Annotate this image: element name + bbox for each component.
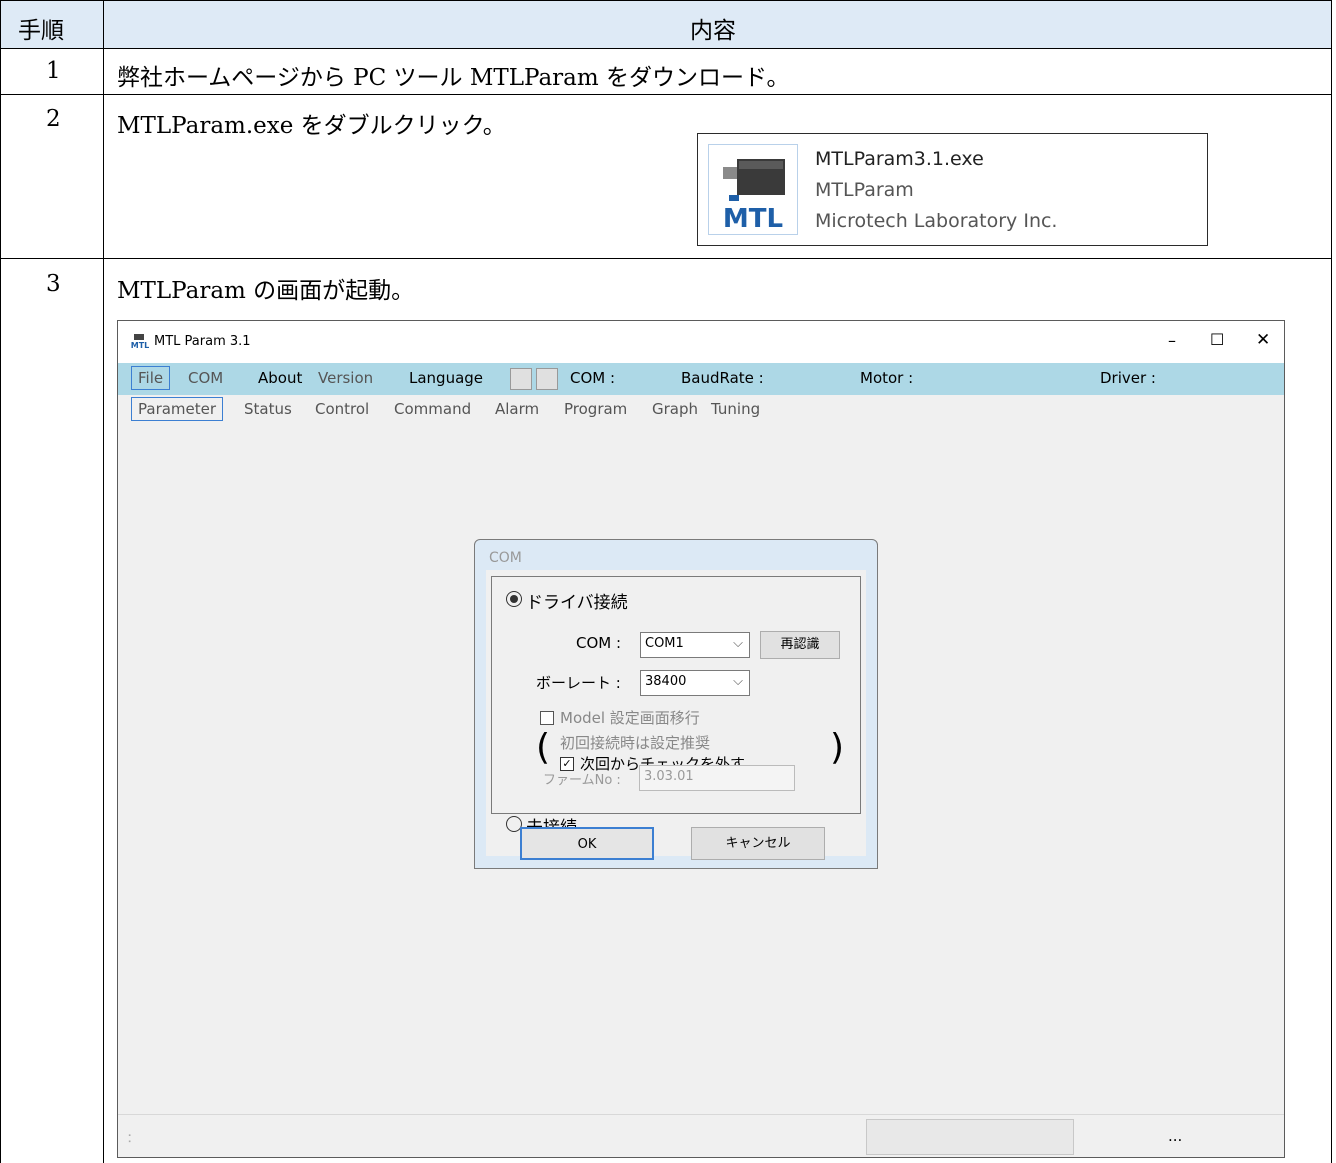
dialog-title: COM [489,550,522,566]
status-bar: ⠨ ... [118,1114,1284,1157]
status-ellipsis: ... [1168,1127,1183,1145]
driver-connect-label: ドライバ接続 [526,593,628,613]
baudrate-status: BaudRate : [681,369,764,387]
table-divider-row [0,258,1332,259]
recommend-note: 初回接続時は設定推奨 [560,734,711,752]
file-company: Microtech Laboratory Inc. [815,210,1058,232]
table-divider-row [0,94,1332,95]
dialog-body: ドライバ接続 COM : COM1 ⌵ 再認識 ボーレート : 38400 ⌵ … [486,570,866,856]
menu-language[interactable]: Language [409,369,483,387]
baudrate-select[interactable]: 38400 ⌵ [640,670,750,696]
tab-bar: Parameter Status Control Command Alarm P… [118,395,1284,425]
close-button[interactable]: ✕ [1256,330,1270,350]
baudrate-label: ボーレート : [536,674,621,692]
step-description: MTLParam.exe をダブルクリック。 [117,113,506,139]
tab-tuning[interactable]: Tuning [711,400,760,418]
app-logo-icon: MTL [130,333,150,350]
com-status: COM : [570,369,616,387]
table-border-top [0,0,1332,1]
table-border-right [1331,0,1332,1163]
exe-file-tile[interactable]: MTL MTLParam3.1.exe MTLParam Microtech L… [697,133,1208,246]
firmware-no-field: 3.03.01 [639,765,795,791]
mtl-app-icon: MTL [708,144,798,235]
tab-command[interactable]: Command [394,400,471,418]
minimize-button[interactable]: – [1168,331,1176,350]
cancel-button[interactable]: キャンセル [691,827,825,860]
table-border-left [0,0,1,1163]
step-description: 弊社ホームページから PC ツール MTLParam をダウンロード。 [117,65,790,91]
mtlparam-window: MTL MTL Param 3.1 – ☐ ✕ File COM About V… [117,320,1285,1158]
rescan-button[interactable]: 再認識 [760,631,840,659]
tab-graph[interactable]: Graph [652,400,698,418]
menu-version[interactable]: Version [318,369,373,387]
ok-button[interactable]: OK [520,827,654,860]
header-step-label: 手順 [18,18,64,44]
tab-status[interactable]: Status [244,400,292,418]
baudrate-select-value: 38400 [645,674,687,689]
table-divider-row [0,48,1332,49]
menu-file[interactable]: File [131,366,171,390]
com-select-value: COM1 [645,636,684,651]
menu-com[interactable]: COM [188,369,223,387]
paren-right: ) [830,727,845,768]
model-checkbox[interactable] [540,711,554,725]
progress-box [866,1119,1074,1155]
com-select[interactable]: COM1 ⌵ [640,632,750,658]
radio-driver-connect[interactable] [506,591,522,607]
radio-selected-dot [510,595,518,603]
chevron-down-icon: ⌵ [733,674,743,689]
model-checkbox-label: Model 設定画面移行 [560,709,700,727]
menu-about[interactable]: About [258,369,302,387]
procedure-table: 手順 内容 1 弊社ホームページから PC ツール MTLParam をダウンロ… [0,0,1336,1163]
paren-left: ( [536,727,551,768]
firmware-no-value: 3.03.01 [644,769,694,784]
table-divider-col [103,0,104,1163]
status-indicator [536,368,558,390]
step-number: 3 [46,271,61,297]
tab-alarm[interactable]: Alarm [495,400,539,418]
tab-program[interactable]: Program [564,400,627,418]
com-dialog: COM ドライバ接続 COM : COM1 ⌵ 再認識 ボーレート : 3840… [474,539,878,869]
step-description: MTLParam の画面が起動。 [117,278,415,304]
firmware-no-label: ファームNo : [543,773,621,788]
step-number: 2 [46,106,61,132]
resize-grip-icon[interactable]: ⠨ [124,1133,132,1146]
com-label: COM : [576,634,622,652]
file-description: MTLParam [815,179,914,201]
svg-text:MTL: MTL [131,341,150,349]
menu-bar: File COM About Version Language COM : Ba… [118,363,1284,395]
maximize-button[interactable]: ☐ [1210,330,1224,349]
status-indicator [510,368,532,390]
mtl-logo-text: MTL [723,204,783,234]
file-name: MTLParam3.1.exe [815,148,984,170]
motor-status: Motor : [860,369,914,387]
title-bar: MTL MTL Param 3.1 – ☐ ✕ [118,321,1284,363]
window-title: MTL Param 3.1 [154,334,251,349]
step-number: 1 [46,58,61,84]
driver-status: Driver : [1100,369,1156,387]
tab-parameter[interactable]: Parameter [131,397,224,421]
header-content-label: 内容 [690,18,736,44]
chevron-down-icon: ⌵ [733,636,743,651]
tab-control[interactable]: Control [315,400,369,418]
